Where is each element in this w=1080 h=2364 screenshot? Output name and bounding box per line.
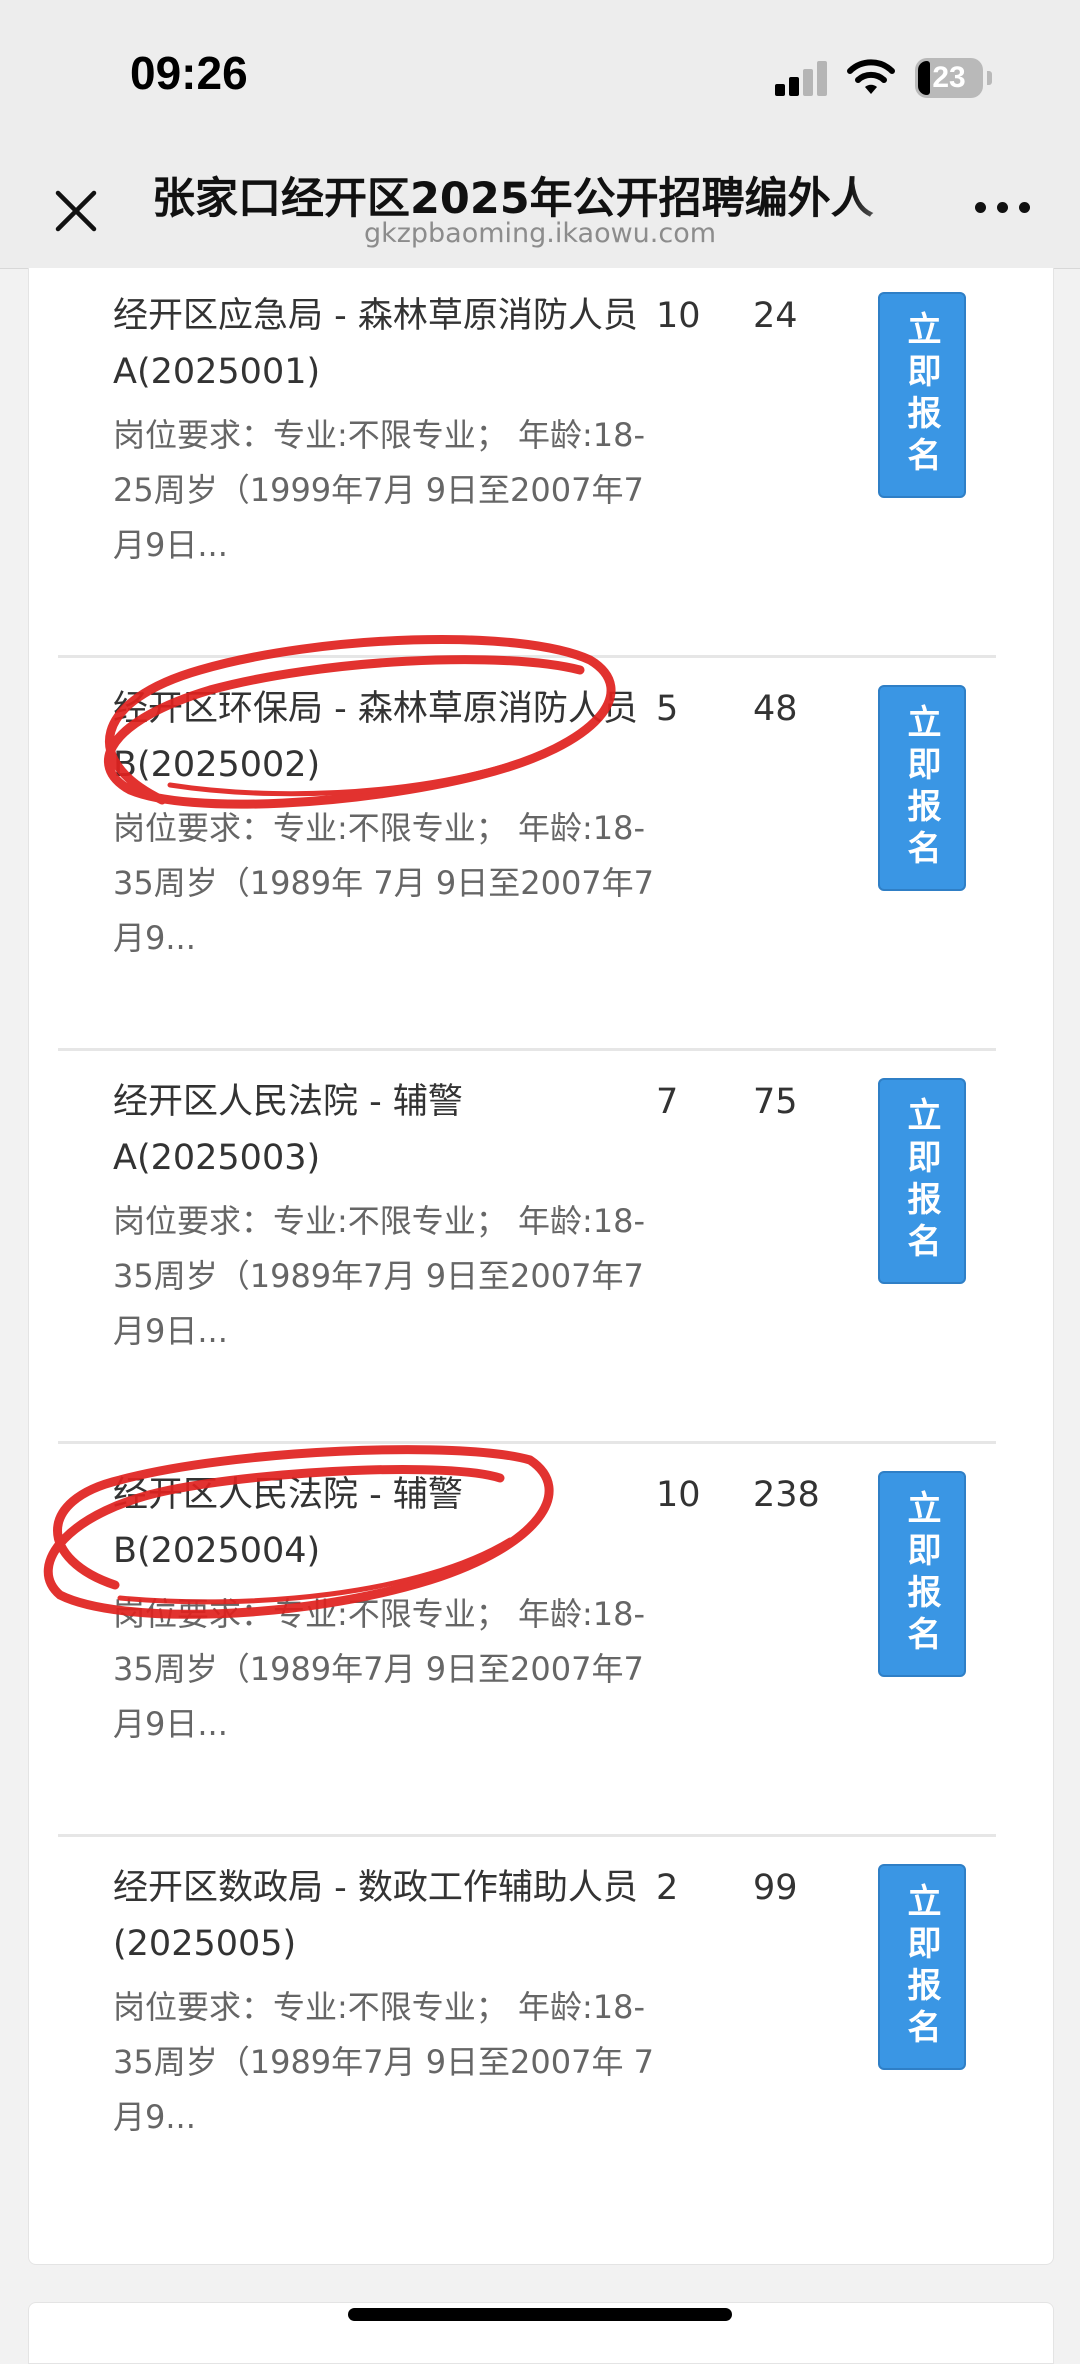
apply-button[interactable]: 立即报名 [878,292,966,498]
job-plan-count: 5 [656,689,679,729]
wifi-icon [847,59,895,94]
job-row: 经开区数政局 - 数政工作辅助人员(2025005) 岗位要求：专业:不限专业；… [58,1838,996,2230]
job-applied-count: 48 [753,689,798,729]
job-title: 经开区数政局 - 数政工作辅助人员(2025005) [113,1868,638,1964]
more-icon[interactable] [975,202,1035,218]
page-url: gkzpbaoming.ikaowu.com [363,218,717,249]
job-plan-count: 2 [656,1868,679,1908]
job-requirement: 岗位要求：专业:不限专业； 年龄:18-35周岁（1989年7月 9日至2007… [113,1595,646,1743]
title-fade [850,160,930,220]
status-time: 09:26 [130,47,248,99]
job-requirement: 岗位要求：专业:不限专业； 年龄:18-35周岁（1989年7月 9日至2007… [113,1202,646,1350]
job-row: 经开区人民法院 - 辅警B(2025004) 岗位要求：专业:不限专业； 年龄:… [58,1445,996,1837]
job-requirement: 岗位要求：专业:不限专业； 年龄:18-35周岁（1989年7月 9日至2007… [113,1988,655,2136]
job-row: 经开区应急局 - 森林草原消防人员A(2025001) 岗位要求：专业:不限专业… [58,266,996,658]
job-title: 经开区应急局 - 森林草原消防人员A(2025001) [113,296,638,392]
job-applied-count: 24 [753,296,798,336]
apply-button[interactable]: 立即报名 [878,685,966,891]
row-divider [58,1048,996,1051]
job-plan-count: 10 [656,1475,701,1515]
home-indicator [348,2308,732,2321]
job-applied-count: 238 [753,1475,820,1515]
job-row: 经开区环保局 - 森林草原消防人员B(2025002) 岗位要求：专业:不限专业… [58,659,996,1051]
apply-button-label: 立即报名 [901,1097,941,1265]
nav-bar: 张家口经开区2025年公开招聘编外人 gkzpbaoming.ikaowu.co… [0,150,1080,269]
status-bar: 09:26 23 [0,0,1080,150]
page-title: 张家口经开区2025年公开招聘编外人 [152,174,874,220]
signal-icon [775,60,835,96]
apply-button-label: 立即报名 [901,311,941,479]
job-row: 经开区人民法院 - 辅警A(2025003) 岗位要求：专业:不限专业； 年龄:… [58,1052,996,1444]
job-title: 经开区人民法院 - 辅警B(2025004) [113,1475,463,1571]
apply-button-label: 立即报名 [901,704,941,872]
job-title: 经开区人民法院 - 辅警A(2025003) [113,1082,463,1178]
row-divider [58,655,996,658]
job-applied-count: 99 [753,1868,798,1908]
apply-button-label: 立即报名 [901,1490,941,1658]
apply-button[interactable]: 立即报名 [878,1078,966,1284]
battery-level: 23 [932,61,966,94]
apply-button[interactable]: 立即报名 [878,1864,966,2070]
job-requirement: 岗位要求：专业:不限专业； 年龄:18-35周岁（1989年 7月 9日至200… [113,809,655,957]
job-applied-count: 75 [753,1082,798,1122]
job-requirement: 岗位要求：专业:不限专业； 年龄:18-25周岁（1999年7月 9日至2007… [113,416,646,564]
row-divider [58,1441,996,1444]
row-divider [58,1834,996,1837]
job-title: 经开区环保局 - 森林草原消防人员B(2025002) [113,689,638,785]
apply-button[interactable]: 立即报名 [878,1471,966,1677]
apply-button-label: 立即报名 [901,1883,941,2051]
job-plan-count: 7 [656,1082,679,1122]
battery-icon: 23 [915,58,992,98]
job-plan-count: 10 [656,296,701,336]
